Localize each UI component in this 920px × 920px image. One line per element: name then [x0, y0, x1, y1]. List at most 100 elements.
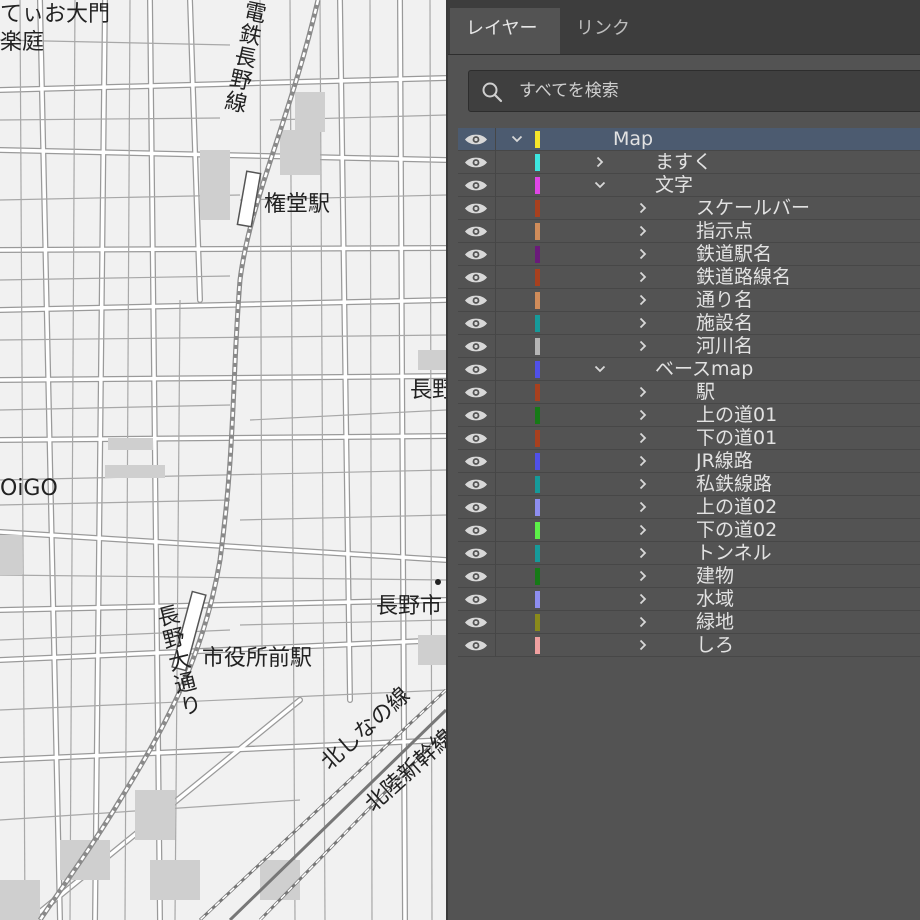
lock-cell[interactable]: [495, 151, 496, 174]
layer-row[interactable]: 下の道01: [458, 427, 920, 450]
visibility-eye-icon[interactable]: [463, 339, 489, 354]
lock-cell[interactable]: [495, 381, 496, 404]
lock-cell[interactable]: [495, 289, 496, 312]
chevron-right-icon[interactable]: [593, 155, 607, 169]
visibility-eye-icon[interactable]: [463, 247, 489, 262]
layer-row[interactable]: Map: [458, 128, 920, 151]
chevron-right-icon[interactable]: [636, 431, 650, 445]
lock-cell[interactable]: [495, 358, 496, 381]
chevron-right-icon[interactable]: [636, 385, 650, 399]
layer-row[interactable]: スケールバー: [458, 197, 920, 220]
layer-name[interactable]: 上の道02: [696, 496, 777, 519]
chevron-right-icon[interactable]: [636, 316, 650, 330]
visibility-eye-icon[interactable]: [463, 546, 489, 561]
lock-cell[interactable]: [495, 335, 496, 358]
layer-name[interactable]: 鉄道駅名: [696, 243, 772, 266]
layer-name[interactable]: ますく: [655, 151, 712, 174]
lock-cell[interactable]: [495, 611, 496, 634]
layer-name[interactable]: Map: [613, 128, 653, 151]
chevron-down-icon[interactable]: [593, 362, 607, 376]
lock-cell[interactable]: [495, 496, 496, 519]
layer-row[interactable]: 指示点: [458, 220, 920, 243]
chevron-right-icon[interactable]: [636, 270, 650, 284]
layer-row[interactable]: 駅: [458, 381, 920, 404]
lock-cell[interactable]: [495, 312, 496, 335]
layer-name[interactable]: 文字: [655, 174, 693, 197]
layer-row[interactable]: 文字: [458, 174, 920, 197]
lock-cell[interactable]: [495, 243, 496, 266]
visibility-eye-icon[interactable]: [463, 431, 489, 446]
lock-cell[interactable]: [495, 473, 496, 496]
layer-name[interactable]: 上の道01: [696, 404, 777, 427]
layer-row[interactable]: 鉄道駅名: [458, 243, 920, 266]
layer-row[interactable]: しろ: [458, 634, 920, 657]
visibility-eye-icon[interactable]: [463, 293, 489, 308]
visibility-eye-icon[interactable]: [463, 615, 489, 630]
lock-cell[interactable]: [495, 128, 496, 151]
chevron-down-icon[interactable]: [510, 132, 524, 146]
layer-name[interactable]: 河川名: [696, 335, 753, 358]
lock-cell[interactable]: [495, 266, 496, 289]
lock-cell[interactable]: [495, 565, 496, 588]
layer-row[interactable]: トンネル: [458, 542, 920, 565]
visibility-eye-icon[interactable]: [463, 408, 489, 423]
chevron-right-icon[interactable]: [636, 339, 650, 353]
lock-cell[interactable]: [495, 404, 496, 427]
chevron-right-icon[interactable]: [636, 477, 650, 491]
lock-cell[interactable]: [495, 220, 496, 243]
layer-name[interactable]: スケールバー: [696, 197, 810, 220]
layer-name[interactable]: ベースmap: [655, 358, 753, 381]
visibility-eye-icon[interactable]: [463, 500, 489, 515]
layer-row[interactable]: 上の道02: [458, 496, 920, 519]
visibility-eye-icon[interactable]: [463, 201, 489, 216]
chevron-right-icon[interactable]: [636, 293, 650, 307]
layer-name[interactable]: しろ: [696, 634, 734, 657]
layer-row[interactable]: 鉄道路線名: [458, 266, 920, 289]
chevron-right-icon[interactable]: [636, 592, 650, 606]
layer-name[interactable]: トンネル: [696, 542, 772, 565]
layer-name[interactable]: 指示点: [696, 220, 753, 243]
layer-name[interactable]: 下の道01: [696, 427, 777, 450]
layer-row[interactable]: 施設名: [458, 312, 920, 335]
visibility-eye-icon[interactable]: [463, 592, 489, 607]
visibility-eye-icon[interactable]: [463, 132, 489, 147]
lock-cell[interactable]: [495, 450, 496, 473]
layer-row[interactable]: ベースmap: [458, 358, 920, 381]
layer-name[interactable]: 建物: [696, 565, 734, 588]
visibility-eye-icon[interactable]: [463, 362, 489, 377]
visibility-eye-icon[interactable]: [463, 523, 489, 538]
chevron-right-icon[interactable]: [636, 408, 650, 422]
lock-cell[interactable]: [495, 634, 496, 657]
chevron-right-icon[interactable]: [636, 546, 650, 560]
visibility-eye-icon[interactable]: [463, 316, 489, 331]
layer-row[interactable]: 緑地: [458, 611, 920, 634]
search-input[interactable]: [519, 71, 899, 111]
visibility-eye-icon[interactable]: [463, 385, 489, 400]
chevron-right-icon[interactable]: [636, 224, 650, 238]
layer-name[interactable]: 水域: [696, 588, 734, 611]
layer-name[interactable]: 下の道02: [696, 519, 777, 542]
lock-cell[interactable]: [495, 588, 496, 611]
layer-row[interactable]: ますく: [458, 151, 920, 174]
tab-layers[interactable]: レイヤー: [450, 8, 560, 54]
tab-links[interactable]: リンク: [560, 8, 646, 54]
chevron-right-icon[interactable]: [636, 500, 650, 514]
visibility-eye-icon[interactable]: [463, 454, 489, 469]
layer-name[interactable]: 鉄道路線名: [696, 266, 791, 289]
chevron-right-icon[interactable]: [636, 247, 650, 261]
lock-cell[interactable]: [495, 519, 496, 542]
chevron-right-icon[interactable]: [636, 615, 650, 629]
layer-search-box[interactable]: [468, 70, 920, 112]
layer-name[interactable]: 施設名: [696, 312, 753, 335]
visibility-eye-icon[interactable]: [463, 178, 489, 193]
layer-row[interactable]: 水域: [458, 588, 920, 611]
visibility-eye-icon[interactable]: [463, 155, 489, 170]
chevron-right-icon[interactable]: [636, 454, 650, 468]
layer-name[interactable]: 私鉄線路: [696, 473, 772, 496]
chevron-right-icon[interactable]: [636, 201, 650, 215]
map-canvas[interactable]: てぃお大門 楽庭 電鉄長野線 権堂駅 長野 OiGO 長野大通り 市役所前駅 長…: [0, 0, 446, 920]
chevron-right-icon[interactable]: [636, 569, 650, 583]
layer-name[interactable]: 通り名: [696, 289, 753, 312]
lock-cell[interactable]: [495, 427, 496, 450]
layer-name[interactable]: JR線路: [696, 450, 753, 473]
